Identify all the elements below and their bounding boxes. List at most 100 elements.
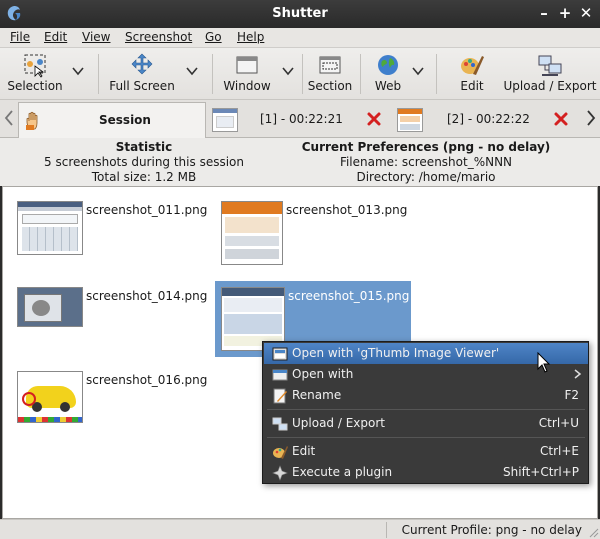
menu-upload-export[interactable]: Upload / Export Ctrl+U [264,413,588,434]
screenshot-item[interactable]: screenshot_014.png [15,285,208,329]
window-title: Shutter [272,6,328,21]
selection-label: Selection [7,79,63,93]
tab-screenshot-2[interactable]: [2] - 00:22:22 [393,102,581,138]
plugin-icon [272,465,288,481]
menu-separator [267,409,585,410]
menu-upload-export-shortcut: Ctrl+U [538,416,579,430]
tab-session[interactable]: Session [18,102,206,138]
screenshot-filename: screenshot_015.png [288,289,410,303]
edit-paint-icon [461,56,484,75]
selection-icon [24,54,46,78]
window-icon [236,56,258,74]
minimize-button[interactable]: – [535,4,553,22]
title-bar: Shutter – + ✕ [0,0,600,28]
menu-screenshot[interactable]: Screenshot [125,30,192,44]
statistic-section: Statistic 5 screenshots during this sess… [4,140,284,185]
tab-scroll-right-icon[interactable] [586,110,596,126]
menu-go[interactable]: Go [205,30,222,44]
full-screen-dropdown-icon[interactable] [186,66,198,76]
screenshot-filename: screenshot_013.png [286,203,408,217]
preferences-directory: Directory: /home/mario [356,170,496,184]
globe-icon [378,55,398,75]
status-divider [386,522,387,538]
edit-label: Edit [460,79,484,93]
statistic-count: 5 screenshots during this session [44,155,244,169]
tab-screenshot-1[interactable]: [1] - 00:22:21 [208,102,391,138]
screenshot-item[interactable]: screenshot_016.png [15,369,207,425]
preferences-filename: Filename: screenshot_%NNN [339,155,513,169]
full-screen-button[interactable]: Full Screen [104,50,180,98]
window-label: Window [223,79,271,93]
menu-help[interactable]: Help [237,30,264,44]
session-hand-icon [26,111,38,130]
menu-file[interactable]: File [10,30,30,44]
screenshot-filename: screenshot_014.png [86,289,208,303]
screenshot-filename: screenshot_011.png [86,203,208,217]
toolbar-separator [98,54,99,94]
screenshot-item[interactable]: screenshot_011.png [15,199,208,257]
upload-export-label: Upload / Export [503,79,597,93]
window-dropdown-icon[interactable] [282,66,294,76]
edit-button[interactable]: Edit [452,50,492,98]
tab-thumbnail [212,108,238,132]
close-tab-icon[interactable] [366,111,382,127]
window-button[interactable]: Window [218,50,276,98]
web-button[interactable]: Web [368,50,408,98]
submenu-arrow-icon [574,369,582,379]
preferences-section: Current Preferences (png - no delay) Fil… [286,140,566,185]
tab-screenshot-2-label: [2] - 00:22:22 [447,112,530,126]
screenshot-thumbnail [17,371,83,423]
current-profile-status: Current Profile: png - no delay [401,523,582,537]
menu-separator [267,437,585,438]
network-upload-icon [538,55,562,76]
statistic-title: Statistic [115,140,173,154]
screenshot-thumbnail [17,201,83,255]
menu-rename-shortcut: F2 [564,388,579,402]
full-screen-icon [131,53,153,75]
resize-grip-icon[interactable] [589,528,599,538]
web-label: Web [374,79,402,93]
status-bar: Current Profile: png - no delay [0,519,600,539]
toolbar-separator [302,54,303,94]
edit-paint-icon [273,446,288,459]
section-label: Section [307,79,353,93]
toolbar-separator [212,54,213,94]
upload-export-icon [272,417,288,431]
menu-execute-plugin[interactable]: Execute a plugin Shift+Ctrl+P [264,462,588,483]
screenshot-item[interactable]: screenshot_013.png [219,199,419,265]
tab-session-label: Session [99,113,151,127]
menu-rename-label: Rename [292,388,342,402]
menu-edit[interactable]: Edit Ctrl+E [264,441,588,462]
tab-screenshot-1-label: [1] - 00:22:21 [260,112,343,126]
full-screen-label: Full Screen [109,79,175,93]
menu-open-with-default-label: Open with 'gThumb Image Viewer' [292,346,500,360]
image-viewer-icon [272,347,288,361]
open-with-icon [272,369,288,381]
menu-rename[interactable]: Rename F2 [264,385,588,406]
toolbar-separator [360,54,361,94]
web-dropdown-icon[interactable] [412,66,424,76]
session-tabs: Session [1] - 00:22:21 [2] - 00:22:22 [0,100,600,138]
screenshot-thumbnail [221,201,283,265]
preferences-title: Current Preferences (png - no delay) [301,140,551,154]
close-tab-icon[interactable] [553,111,569,127]
section-button[interactable]: Section [304,50,356,98]
section-icon [319,56,341,74]
menu-open-with-label: Open with [292,367,354,381]
selection-dropdown-icon[interactable] [72,66,84,76]
tab-thumbnail [397,108,423,132]
menu-edit[interactable]: Edit [44,30,67,44]
menu-view[interactable]: View [82,30,110,44]
menu-edit-label: Edit [292,444,316,458]
menu-edit-shortcut: Ctrl+E [540,444,579,458]
rename-icon [273,388,287,404]
menu-execute-plugin-label: Execute a plugin [292,465,393,479]
upload-export-button[interactable]: Upload / Export [503,50,597,98]
selection-button[interactable]: Selection [4,50,66,98]
toolbar-separator [436,54,437,94]
tab-scroll-left-icon[interactable] [4,110,14,126]
close-window-button[interactable]: ✕ [577,4,595,22]
screenshot-thumbnail [17,287,83,327]
maximize-button[interactable]: + [556,4,574,22]
toolbar: Selection Full Screen Window Section Web… [0,48,600,100]
